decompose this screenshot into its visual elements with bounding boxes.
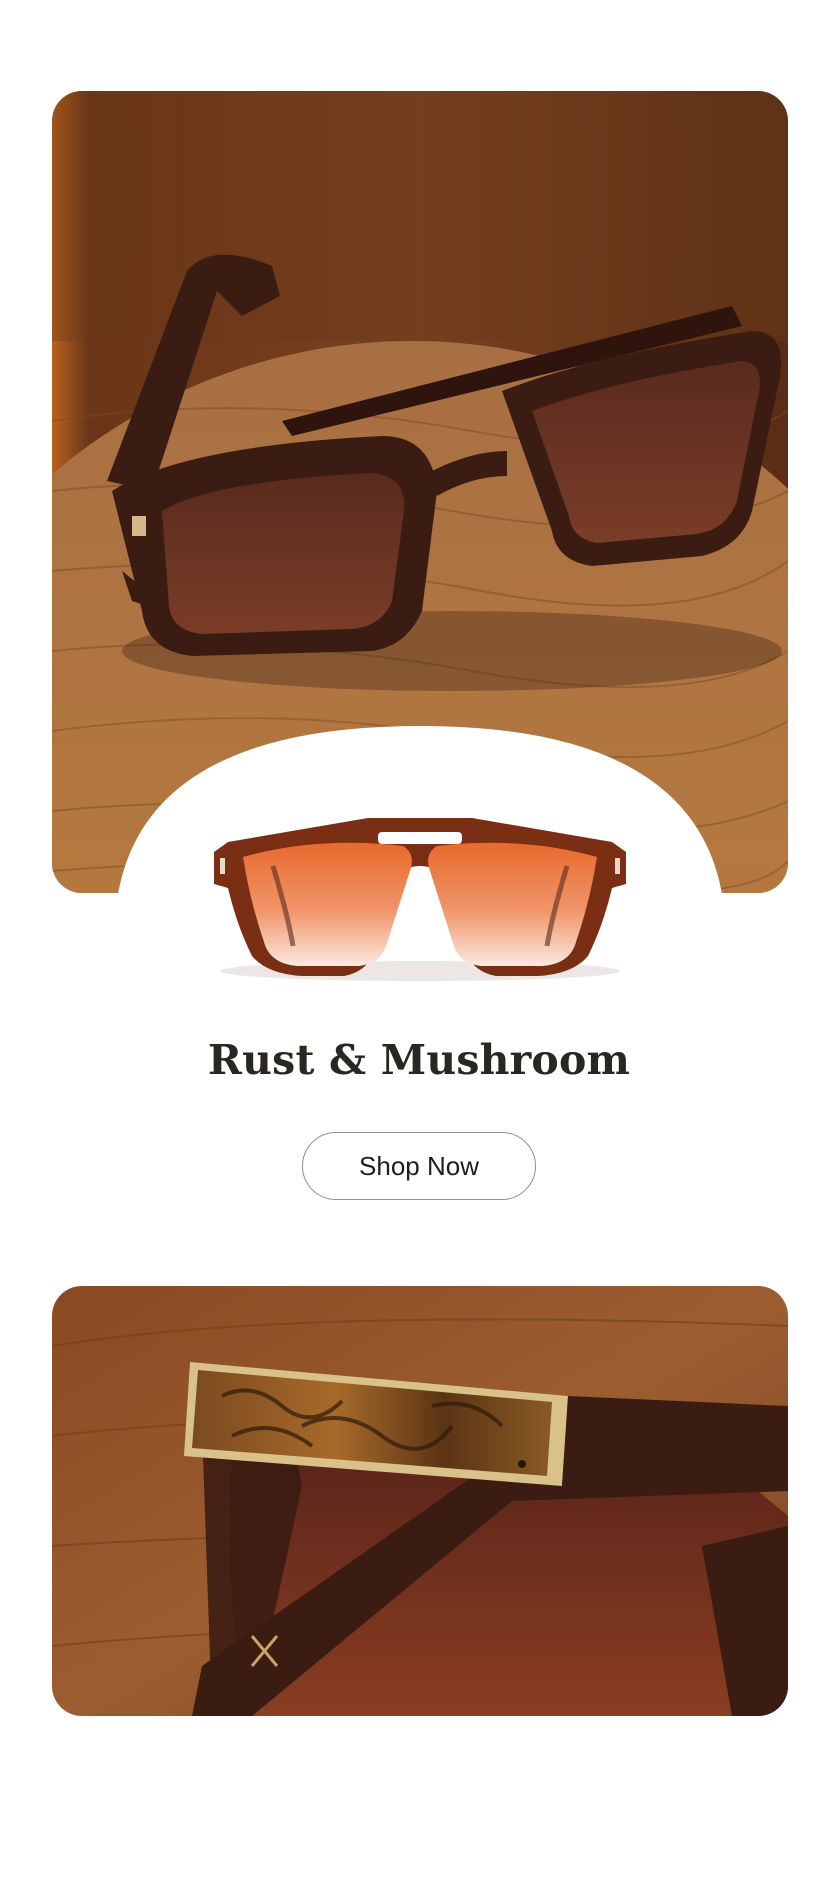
product-title: Rust & Mushroom — [207, 1036, 631, 1084]
detail-image — [52, 1286, 788, 1716]
product-cutout — [118, 726, 722, 1066]
shop-now-button[interactable]: Shop Now — [302, 1132, 536, 1200]
